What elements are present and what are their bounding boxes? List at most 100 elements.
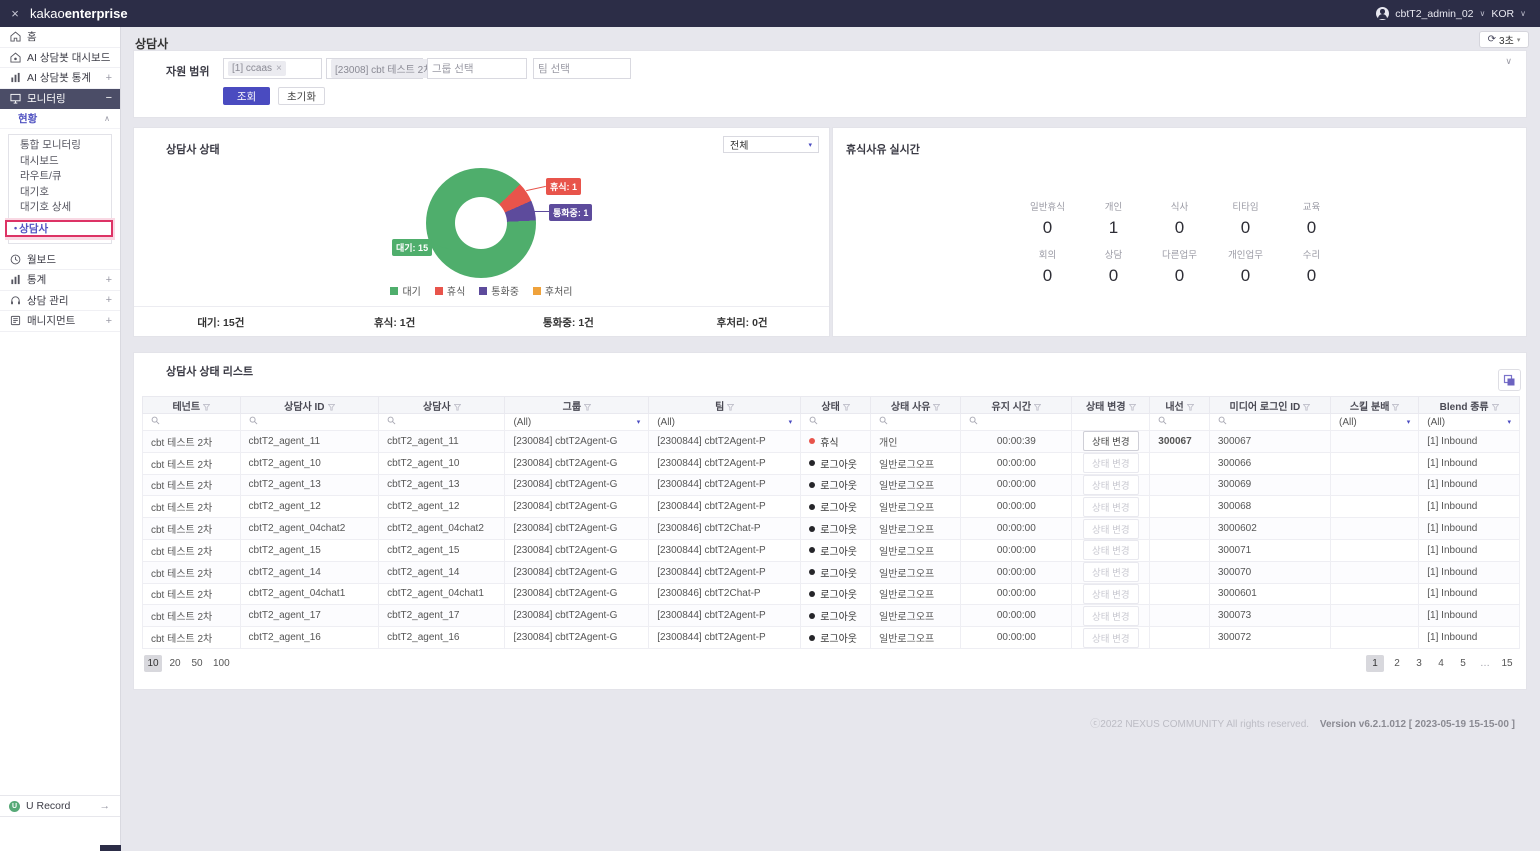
search-icon[interactable]: [249, 417, 258, 428]
tenant-filter-input[interactable]: [1] ccaas×: [223, 58, 322, 79]
sidebar-subitem-라우트/큐[interactable]: 라우트/큐: [9, 169, 111, 185]
column-header-내선[interactable]: 내선: [1150, 397, 1210, 414]
column-header-상태 변경[interactable]: 상태 변경: [1072, 397, 1150, 414]
sidebar-item-u-record[interactable]: U U Record →: [0, 795, 120, 817]
close-icon[interactable]: ×: [0, 6, 30, 21]
filter-cell-상태 사유[interactable]: [871, 414, 961, 431]
sidebar-item-매니지먼트[interactable]: 매니지먼트+: [0, 311, 120, 332]
column-header-미디어 로그인 ID[interactable]: 미디어 로그인 ID: [1209, 397, 1330, 414]
filter-cell-테넌트[interactable]: [143, 414, 241, 431]
search-icon[interactable]: [809, 417, 818, 428]
column-header-유지 시간[interactable]: 유지 시간: [961, 397, 1072, 414]
status-change-button[interactable]: 상태 변경: [1083, 431, 1139, 451]
filter-funnel-icon[interactable]: [1303, 404, 1310, 411]
column-header-테넌트[interactable]: 테넌트: [143, 397, 241, 414]
column-header-그룹[interactable]: 그룹: [505, 397, 649, 414]
page-1[interactable]: 1: [1366, 655, 1384, 672]
table-row: cbt 테스트 2차cbtT2_agent_04chat2cbtT2_agent…: [143, 518, 1520, 540]
filter-cell-상태[interactable]: [801, 414, 871, 431]
sidebar-section-status[interactable]: 현황 ∧: [0, 109, 120, 129]
sidebar-item-AI 상담봇 통계[interactable]: AI 상담봇 통계+: [0, 68, 120, 89]
sidebar-subitem-대기호[interactable]: 대기호: [9, 185, 111, 201]
filter-funnel-icon[interactable]: [454, 404, 461, 411]
filter-cell-스킬 분배[interactable]: (All)▾: [1330, 414, 1418, 431]
sidebar-subitem-통합 모니터링[interactable]: 통합 모니터링: [9, 138, 111, 154]
page-5[interactable]: 5: [1454, 655, 1472, 672]
filter-funnel-icon[interactable]: [1392, 404, 1399, 411]
sidebar-item-상담 관리[interactable]: 상담 관리+: [0, 291, 120, 312]
search-icon[interactable]: [151, 417, 160, 428]
sidebar-item-홈[interactable]: 홈: [0, 27, 120, 48]
page-size-100[interactable]: 100: [210, 655, 233, 672]
page-2[interactable]: 2: [1388, 655, 1406, 672]
status-scope-select[interactable]: 전체 ▾: [723, 136, 819, 153]
page-3[interactable]: 3: [1410, 655, 1428, 672]
cell-extension: [1150, 474, 1210, 496]
filter-cell-Blend 종류[interactable]: (All)▾: [1419, 414, 1520, 431]
status-indicator: 휴식: [809, 434, 862, 449]
column-header-상태[interactable]: 상태: [801, 397, 871, 414]
cell-agent-id: cbtT2_agent_16: [240, 627, 379, 649]
column-header-상담사[interactable]: 상담사: [379, 397, 505, 414]
filter-funnel-icon[interactable]: [727, 404, 734, 411]
filter-select[interactable]: (All)▾: [513, 417, 640, 428]
filter-select[interactable]: (All)▾: [1427, 417, 1511, 428]
filter-cell-유지 시간[interactable]: [961, 414, 1072, 431]
page-size-20[interactable]: 20: [166, 655, 184, 672]
locale-caret-icon[interactable]: ∨: [1520, 9, 1526, 18]
filter-funnel-icon[interactable]: [1187, 404, 1194, 411]
group-select-input[interactable]: [432, 63, 522, 75]
filter-funnel-icon[interactable]: [203, 404, 210, 411]
filter-cell-그룹[interactable]: (All)▾: [505, 414, 649, 431]
sidebar-subitem-상담사[interactable]: •상담사: [5, 220, 113, 237]
sidebar-item-label: AI 상담봇 통계: [27, 70, 106, 85]
filter-select[interactable]: (All)▾: [1339, 417, 1410, 428]
filter-cell-미디어 로그인 ID[interactable]: [1209, 414, 1330, 431]
column-header-스킬 분배[interactable]: 스킬 분배: [1330, 397, 1418, 414]
sidebar-item-모니터링[interactable]: 모니터링−: [0, 89, 120, 110]
filter-funnel-icon[interactable]: [933, 404, 940, 411]
search-button[interactable]: 조회: [223, 87, 270, 105]
sidebar-item-통계[interactable]: 통계+: [0, 270, 120, 291]
filter-cell-상담사 ID[interactable]: [240, 414, 379, 431]
column-header-Blend 종류[interactable]: Blend 종류: [1419, 397, 1520, 414]
sidebar-item-AI 상담봇 대시보드[interactable]: AI 상담봇 대시보드: [0, 48, 120, 69]
page-15[interactable]: 15: [1498, 655, 1516, 672]
column-header-팀[interactable]: 팀: [649, 397, 801, 414]
status-label: 로그아웃: [820, 477, 857, 492]
sidebar-subitem-대시보드[interactable]: 대시보드: [9, 154, 111, 170]
column-header-상담사 ID[interactable]: 상담사 ID: [240, 397, 379, 414]
collapse-filter-icon[interactable]: ∨: [1505, 56, 1512, 67]
sidebar-item-월보드[interactable]: 월보드: [0, 250, 120, 271]
column-header-상태 사유[interactable]: 상태 사유: [871, 397, 961, 414]
user-name[interactable]: cbtT2_admin_02: [1395, 8, 1473, 20]
page-4[interactable]: 4: [1432, 655, 1450, 672]
cell-status-reason: 일반로그오프: [871, 539, 961, 561]
filter-funnel-icon[interactable]: [1129, 404, 1136, 411]
filter-funnel-icon[interactable]: [1492, 404, 1499, 411]
filter-funnel-icon[interactable]: [1034, 404, 1041, 411]
filter-cell-내선[interactable]: [1150, 414, 1210, 431]
user-menu-caret-icon[interactable]: ∨: [1480, 9, 1486, 18]
team-select-input[interactable]: [538, 63, 626, 75]
search-icon[interactable]: [879, 417, 888, 428]
sidebar-subitem-대기호 상세[interactable]: 대기호 상세: [9, 200, 111, 216]
filter-select[interactable]: (All)▾: [657, 417, 792, 428]
filter-cell-팀[interactable]: (All)▾: [649, 414, 801, 431]
search-icon[interactable]: [1158, 417, 1167, 428]
page-size-50[interactable]: 50: [188, 655, 206, 672]
refresh-interval-button[interactable]: ⟳ 3초 ▾: [1479, 31, 1529, 48]
filter-funnel-icon[interactable]: [584, 404, 591, 411]
filter-cell-상담사[interactable]: [379, 414, 505, 431]
search-icon[interactable]: [1218, 417, 1227, 428]
reset-button[interactable]: 초기화: [278, 87, 325, 105]
export-button[interactable]: [1498, 369, 1521, 391]
page-size-10[interactable]: 10: [144, 655, 162, 672]
search-icon[interactable]: [387, 417, 396, 428]
filter-funnel-icon[interactable]: [328, 404, 335, 411]
filter-funnel-icon[interactable]: [843, 404, 850, 411]
search-icon[interactable]: [969, 417, 978, 428]
project-filter-input[interactable]: [23008] cbt 테스트 2차×: [326, 58, 423, 79]
remove-tag-icon[interactable]: ×: [276, 63, 282, 74]
locale-select[interactable]: KOR: [1491, 8, 1514, 20]
